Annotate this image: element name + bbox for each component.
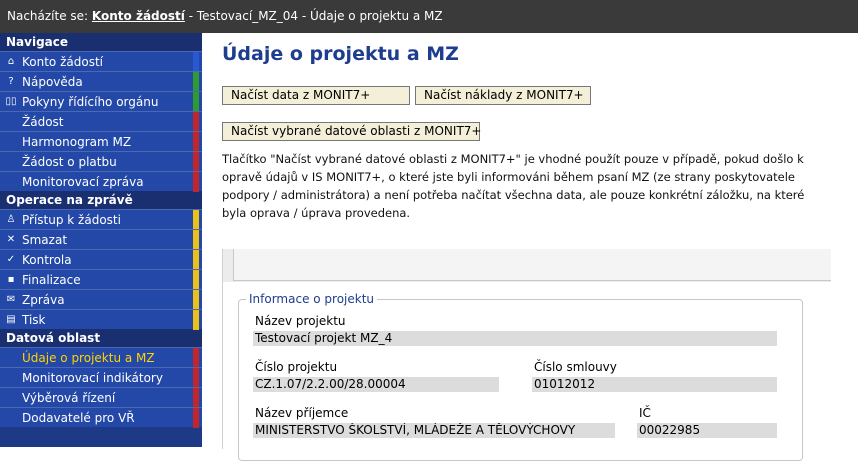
sidebar-item-status-strip	[193, 368, 199, 388]
sidebar-item-label: Monitorovací zpráva	[22, 175, 144, 189]
sidebar-item[interactable]: Údaje o projektu a MZ	[0, 347, 202, 368]
sidebar-item[interactable]: ♙ Přístup k žádosti	[0, 209, 202, 230]
sidebar-item-status-strip	[193, 210, 199, 230]
ic-label: IČ	[639, 406, 651, 420]
sidebar-item-label: Výběrová řízení	[22, 391, 116, 405]
sidebar-item-status-strip	[193, 388, 199, 408]
sidebar-item-icon: ✉	[6, 294, 16, 305]
sidebar-item-label: Žádost o platbu	[22, 155, 117, 169]
sidebar-item[interactable]: Žádost	[0, 111, 202, 132]
sidebar-item-status-strip	[193, 132, 199, 152]
tab-panel: Informace o projektu Název projektu Test…	[222, 249, 831, 461]
sidebar-item-status-strip	[193, 92, 199, 112]
load-data-button[interactable]: Načíst data z MONIT7+	[222, 86, 410, 105]
project-info-fieldset: Informace o projektu Název projektu Test…	[238, 292, 803, 461]
location-trail: - Testovací_MZ_04 - Údaje o projektu a M…	[184, 9, 443, 23]
location-prefix: Nacházíte se:	[7, 9, 92, 23]
sidebar-item-label: Harmonogram MZ	[22, 135, 132, 149]
recipient-name-value: MINISTERSTVO ŠKOLSTVÍ, MLÁDEŽE A TĚLOVÝC…	[253, 423, 615, 438]
sidebar-item-icon: ✓	[6, 254, 16, 265]
sidebar-item-status-strip	[193, 72, 199, 92]
sidebar-section-title: Navigace	[0, 33, 202, 51]
sidebar-item-status-strip	[193, 152, 199, 172]
contract-number-value: 01012012	[532, 377, 777, 392]
sidebar-item-label: Finalizace	[22, 273, 81, 287]
sidebar-item[interactable]: ▪ Finalizace	[0, 269, 202, 290]
sidebar-item-label: Přístup k žádosti	[22, 213, 121, 227]
sidebar-item[interactable]: ✓ Kontrola	[0, 249, 202, 270]
sidebar-item-label: Smazat	[22, 233, 68, 247]
sidebar-item-status-strip	[193, 112, 199, 132]
ic-value: 00022985	[637, 423, 777, 438]
sidebar-section-title: Datová oblast	[0, 329, 202, 347]
sidebar-item-label: Konto žádostí	[22, 55, 103, 69]
sidebar-item-status-strip	[193, 348, 199, 368]
sidebar-item-icon: ▤	[6, 314, 16, 325]
sidebar-item[interactable]: ⌂ Konto žádostí	[0, 51, 202, 72]
sidebar-item[interactable]: Harmonogram MZ	[0, 131, 202, 152]
project-number-value: CZ.1.07/2.2.00/28.00004	[253, 377, 499, 392]
contract-number-label: Číslo smlouvy	[534, 360, 617, 374]
sidebar-item[interactable]: ? Nápověda	[0, 71, 202, 92]
sidebar-item[interactable]: Monitorovací zpráva	[0, 171, 202, 192]
sidebar-item-status-strip	[193, 310, 199, 330]
sidebar-item[interactable]: Monitorovací indikátory	[0, 367, 202, 388]
load-selected-button[interactable]: Načíst vybrané datové oblasti z MONIT7+	[222, 122, 481, 141]
sidebar-item[interactable]: Výběrová řízení	[0, 387, 202, 408]
sidebar-item[interactable]: ▯▯ Pokyny řídícího orgánu	[0, 91, 202, 112]
project-info-legend: Informace o projektu	[246, 292, 378, 306]
main-content: Údaje o projektu a MZ Načíst data z MONI…	[202, 33, 858, 461]
load-costs-button[interactable]: Načíst náklady z MONIT7+	[415, 86, 591, 105]
sidebar-item[interactable]: ▤ Tisk	[0, 309, 202, 330]
sidebar-item-status-strip	[193, 290, 199, 310]
sidebar-section-title: Operace na zprávě	[0, 191, 202, 209]
sidebar-item[interactable]: Žádost o platbu	[0, 151, 202, 172]
sidebar-item-label: Tisk	[22, 313, 46, 327]
sidebar-item-icon: ✕	[6, 234, 16, 245]
sidebar-item-status-strip	[193, 172, 199, 192]
sidebar-item-label: Žádost	[22, 115, 64, 129]
project-number-label: Číslo projektu	[255, 360, 338, 374]
sidebar-item-label: Údaje o projektu a MZ	[22, 351, 155, 365]
sidebar-item-status-strip	[193, 270, 199, 290]
sidebar-item[interactable]: Dodavatelé pro VŘ	[0, 407, 202, 428]
sidebar-item-status-strip	[193, 250, 199, 270]
sidebar-item-status-strip	[193, 230, 199, 250]
page-title: Údaje o projektu a MZ	[222, 43, 459, 65]
sidebar-item-label: Zpráva	[22, 293, 65, 307]
location-bar: Nacházíte se: Konto žádostí - Testovací_…	[0, 0, 858, 33]
sidebar-item[interactable]: ✕ Smazat	[0, 229, 202, 250]
sidebar-item-label: Dodavatelé pro VŘ	[22, 411, 135, 425]
sidebar: Navigace ⌂ Konto žádostí? Nápověda ▯▯ Pokyny …	[0, 33, 202, 447]
sidebar-item-label: Monitorovací indikátory	[22, 371, 163, 385]
sidebar-item-label: Nápověda	[22, 75, 83, 89]
location-link-konto[interactable]: Konto žádostí	[92, 9, 185, 23]
sidebar-item-label: Kontrola	[22, 253, 72, 267]
sidebar-item-icon: ♙	[6, 214, 16, 225]
recipient-name-label: Název příjemce	[255, 406, 349, 420]
description-text: Tlačítko "Načíst vybrané datové oblasti …	[222, 152, 805, 220]
project-name-label: Název projektu	[255, 314, 346, 328]
sidebar-item-label: Pokyny řídícího orgánu	[22, 95, 159, 109]
sidebar-item-icon: ?	[8, 76, 14, 87]
sidebar-item-status-strip	[193, 52, 199, 72]
sidebar-item-status-strip	[193, 408, 199, 428]
panel-content: Informace o projektu Název projektu Test…	[223, 282, 831, 461]
panel-tab[interactable]	[233, 249, 831, 281]
sidebar-item[interactable]: ✉ Zpráva	[0, 289, 202, 310]
sidebar-item-icon: ⌂	[7, 56, 15, 67]
sidebar-item-icon: ▪	[7, 274, 15, 285]
sidebar-item-icon: ▯▯	[5, 96, 17, 107]
project-name-value: Testovací projekt MZ_4	[253, 331, 777, 346]
